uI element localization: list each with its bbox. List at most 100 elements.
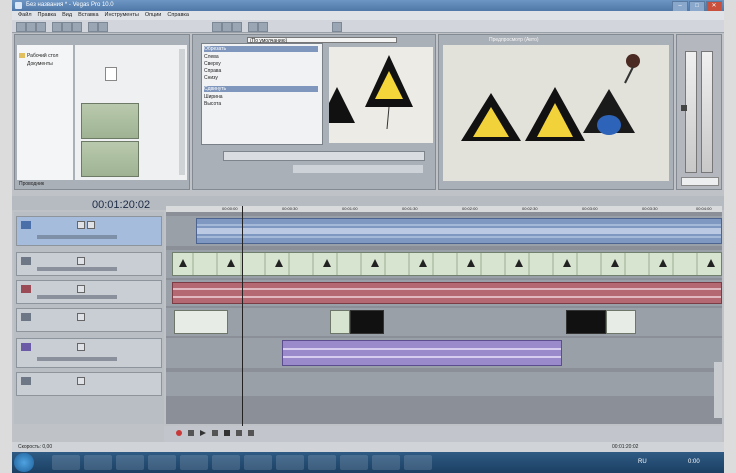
track-header-audio-1[interactable] — [16, 216, 162, 246]
video-clip[interactable] — [174, 310, 228, 334]
audio-clip[interactable] — [282, 340, 562, 366]
menu-edit[interactable]: Правка — [38, 11, 57, 20]
file-icon[interactable] — [105, 67, 117, 81]
trim-slider[interactable] — [223, 151, 425, 161]
fx-row[interactable]: Сверху — [204, 61, 318, 67]
folder-tree[interactable]: Рабочий стол Документы — [17, 45, 73, 180]
track-lane[interactable] — [166, 338, 722, 368]
menu-tools[interactable]: Инструменты — [105, 11, 139, 20]
mute-button[interactable] — [77, 343, 85, 351]
copy-icon[interactable] — [62, 22, 72, 32]
system-clock[interactable]: 0:00 — [688, 459, 700, 465]
media-thumbnail[interactable] — [81, 103, 139, 139]
track-lane[interactable] — [166, 216, 722, 246]
language-indicator[interactable]: RU — [638, 459, 647, 465]
paste-icon[interactable] — [72, 22, 82, 32]
lock-icon[interactable] — [258, 22, 268, 32]
preview-quality-label[interactable]: Предпросмотр (Авто) — [489, 37, 539, 43]
taskbar-explorer-icon[interactable] — [84, 455, 112, 470]
track-header-audio-3[interactable] — [16, 338, 162, 368]
timeline-scrollbar[interactable] — [714, 362, 722, 418]
menu-options[interactable]: Опции — [145, 11, 162, 20]
cut-icon[interactable] — [52, 22, 62, 32]
taskbar-app-icon[interactable] — [212, 455, 240, 470]
fx-row[interactable]: Слева — [204, 54, 318, 60]
taskbar-ie-icon[interactable] — [52, 455, 80, 470]
video-clip[interactable] — [606, 310, 636, 334]
file-list[interactable] — [75, 45, 187, 180]
track-lane[interactable] — [166, 250, 722, 278]
mute-button[interactable] — [77, 377, 85, 385]
explorer-tab[interactable]: Проводник — [19, 181, 44, 187]
track-header-video-2[interactable] — [16, 308, 162, 332]
menu-insert[interactable]: Вставка — [78, 11, 98, 20]
audio-clip[interactable] — [172, 282, 722, 304]
menu-help[interactable]: Справка — [167, 11, 189, 20]
media-thumbnail[interactable] — [81, 141, 139, 177]
pause-button[interactable] — [212, 430, 218, 436]
record-button[interactable] — [176, 430, 182, 436]
track-lane[interactable] — [166, 372, 722, 396]
track-header-audio-2[interactable] — [16, 280, 162, 304]
file-list-scrollbar[interactable] — [179, 49, 185, 175]
mute-button[interactable] — [77, 221, 85, 229]
fx-section-header[interactable]: Сдвинуть — [204, 86, 318, 92]
go-start-button[interactable] — [236, 430, 242, 436]
master-fader[interactable] — [681, 105, 687, 111]
snap-icon[interactable] — [248, 22, 258, 32]
taskbar-app-icon[interactable] — [276, 455, 304, 470]
taskbar-app-icon[interactable] — [308, 455, 336, 470]
waveform — [197, 224, 721, 238]
track-lane[interactable] — [166, 308, 722, 336]
volume-slider[interactable] — [37, 295, 117, 299]
envelope-tool-icon[interactable] — [222, 22, 232, 32]
help-icon[interactable] — [332, 22, 342, 32]
open-icon[interactable] — [26, 22, 36, 32]
playhead-cursor[interactable] — [242, 206, 243, 426]
track-lane[interactable] — [166, 280, 722, 306]
play-button[interactable] — [200, 430, 206, 436]
master-dropdown[interactable] — [681, 177, 719, 186]
opacity-slider[interactable] — [37, 267, 117, 271]
save-icon[interactable] — [36, 22, 46, 32]
menu-view[interactable]: Вид — [62, 11, 72, 20]
fx-row[interactable]: Ширина — [204, 94, 318, 100]
fx-row[interactable]: Высота — [204, 101, 318, 107]
tree-item[interactable]: Рабочий стол — [27, 53, 58, 59]
fx-transport[interactable] — [293, 165, 423, 173]
video-clip-dark[interactable] — [350, 310, 384, 334]
mute-button[interactable] — [77, 257, 85, 265]
fx-row[interactable]: Снизу — [204, 75, 318, 81]
volume-slider[interactable] — [37, 235, 117, 239]
track-header-video-1[interactable] — [16, 252, 162, 276]
tree-item[interactable]: Документы — [27, 61, 53, 67]
mute-button[interactable] — [77, 313, 85, 321]
video-clip[interactable] — [172, 252, 722, 276]
redo-icon[interactable] — [98, 22, 108, 32]
selection-tool-icon[interactable] — [232, 22, 242, 32]
taskbar-media-icon[interactable] — [116, 455, 144, 470]
menu-file[interactable]: Файл — [18, 11, 32, 20]
loop-button[interactable] — [188, 430, 194, 436]
new-project-icon[interactable] — [16, 22, 26, 32]
taskbar-app-icon[interactable] — [372, 455, 400, 470]
start-button[interactable] — [14, 453, 34, 472]
stop-button[interactable] — [224, 430, 230, 436]
edit-tool-icon[interactable] — [212, 22, 222, 32]
mute-button[interactable] — [77, 285, 85, 293]
taskbar-app-icon[interactable] — [148, 455, 176, 470]
taskbar-app-icon[interactable] — [180, 455, 208, 470]
solo-button[interactable] — [87, 221, 95, 229]
go-end-button[interactable] — [248, 430, 254, 436]
fx-row[interactable]: Справа — [204, 68, 318, 74]
audio-clip[interactable] — [196, 218, 722, 244]
taskbar-app-icon[interactable] — [340, 455, 368, 470]
video-clip-dark[interactable] — [566, 310, 606, 334]
taskbar-vegas-icon[interactable] — [404, 455, 432, 470]
track-header-audio-4[interactable] — [16, 372, 162, 396]
taskbar-app-icon[interactable] — [244, 455, 272, 470]
volume-slider[interactable] — [37, 357, 117, 361]
video-clip[interactable] — [330, 310, 350, 334]
undo-icon[interactable] — [88, 22, 98, 32]
fx-section-header[interactable]: Обрезать — [204, 46, 318, 52]
